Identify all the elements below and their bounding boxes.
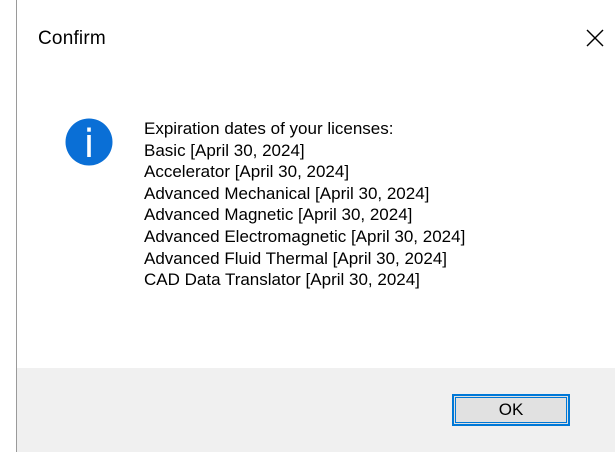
license-line-basic: Basic [April 30, 2024] — [144, 140, 305, 160]
close-icon — [586, 29, 604, 47]
button-bar: OK — [17, 368, 615, 452]
license-line-advanced-fluid-thermal: Advanced Fluid Thermal [April 30, 2024] — [144, 248, 448, 268]
license-line-advanced-mechanical: Advanced Mechanical [April 30, 2024] — [144, 183, 430, 203]
license-line-advanced-magnetic: Advanced Magnetic [April 30, 2024] — [144, 205, 413, 225]
license-line-cad-data-translator: CAD Data Translator [April 30, 2024] — [144, 270, 420, 290]
message-text: Expiration dates of your licenses: Basic… — [144, 118, 465, 291]
message-area: Expiration dates of your licenses: Basic… — [17, 80, 615, 368]
ok-button[interactable]: OK — [452, 394, 570, 426]
confirm-dialog: Confirm Expiration dates of your license… — [16, 0, 615, 452]
info-icon — [65, 118, 113, 166]
close-button[interactable] — [574, 18, 615, 58]
dialog-title: Confirm — [38, 28, 106, 49]
license-line-advanced-electromagnetic: Advanced Electromagnetic [April 30, 2024… — [144, 226, 466, 246]
title-bar: Confirm — [17, 0, 615, 80]
license-line-accelerator: Accelerator [April 30, 2024] — [144, 162, 350, 182]
message-heading: Expiration dates of your licenses: — [144, 119, 394, 138]
